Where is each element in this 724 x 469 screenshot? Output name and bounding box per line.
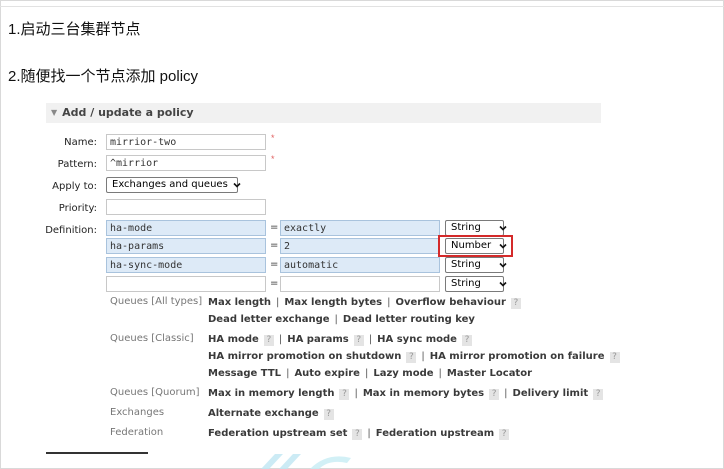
help-link[interactable]: Federation upstream <box>376 428 494 439</box>
help-question-icon[interactable]: ? <box>593 389 604 400</box>
step-1-text: 1.启动三台集群节点 <box>8 21 141 38</box>
help-group-label: Queues [All types] <box>110 296 203 307</box>
help-link[interactable]: Overflow behaviour <box>395 297 505 308</box>
definition-type-select[interactable]: String <box>445 220 507 236</box>
help-group-label: Queues [Quorum] <box>110 387 200 398</box>
help-line-exchanges: Alternate exchange? <box>208 408 334 420</box>
help-group-label: Queues [Classic] <box>110 333 194 344</box>
help-question-icon[interactable]: ? <box>510 298 521 309</box>
name-label: Name: <box>64 137 97 148</box>
help-line-federation: Federation upstream set? | Federation upst… <box>208 428 510 440</box>
help-line-all-types-2: Dead letter exchange | Dead letter routing… <box>208 314 475 325</box>
help-question-icon[interactable]: ? <box>406 352 417 363</box>
help-link[interactable]: Auto expire <box>294 368 360 379</box>
definition-value-input[interactable] <box>280 238 440 254</box>
equals-sign: = <box>270 278 279 289</box>
help-question-icon[interactable]: ? <box>609 352 620 363</box>
help-link[interactable]: Max length bytes <box>284 297 382 308</box>
name-required-mark: * <box>271 133 275 143</box>
definition-key-input[interactable] <box>106 238 266 254</box>
help-line-quorum: Max in memory length? | Max in memory byte… <box>208 388 604 400</box>
equals-sign: = <box>270 222 279 233</box>
help-link[interactable]: Federation upstream set <box>208 428 347 439</box>
apply-to-select[interactable]: Exchanges and queues <box>106 177 241 193</box>
help-link[interactable]: Delivery limit <box>513 388 589 399</box>
top-divider <box>0 6 724 7</box>
help-line-classic-2: HA mirror promotion on shutdown? | HA mirr… <box>208 351 620 363</box>
pattern-label: Pattern: <box>57 159 97 170</box>
definition-type-value: String <box>451 278 481 289</box>
help-link[interactable]: Message TTL <box>208 368 281 379</box>
collapse-triangle-icon: ▼ <box>51 108 58 117</box>
definition-value-input[interactable] <box>280 276 440 292</box>
help-line-classic-3: Message TTL | Auto expire | Lazy mode | Master… <box>208 368 533 379</box>
help-question-icon[interactable]: ? <box>263 335 274 346</box>
help-group-label: Exchanges <box>110 407 165 418</box>
definition-key-input[interactable] <box>106 257 266 273</box>
highlight-box <box>438 235 513 257</box>
step-2-text: 2.随便找一个节点添加 policy <box>8 68 199 85</box>
help-question-icon[interactable]: ? <box>489 389 500 400</box>
help-link[interactable]: Dead letter routing key <box>343 314 475 325</box>
priority-input[interactable] <box>106 199 266 215</box>
definition-label: Definition: <box>45 225 97 236</box>
definition-key-input[interactable] <box>106 220 266 236</box>
help-link[interactable]: Alternate exchange <box>208 408 319 419</box>
help-link[interactable]: Master Locator <box>447 368 532 379</box>
help-question-icon[interactable]: ? <box>353 335 364 346</box>
help-line-classic-1: HA mode? | HA params? | HA sync mode? <box>208 334 472 346</box>
apply-to-label: Apply to: <box>52 181 97 192</box>
help-link[interactable]: Dead letter exchange <box>208 314 330 325</box>
priority-label: Priority: <box>58 203 97 214</box>
help-link[interactable]: Max length <box>208 297 271 308</box>
add-policy-panel-header[interactable]: ▼ Add / update a policy <box>46 103 601 123</box>
definition-type-value: String <box>451 259 481 270</box>
help-question-icon[interactable]: ? <box>499 429 510 440</box>
help-question-icon[interactable]: ? <box>461 335 472 346</box>
pattern-required-mark: * <box>271 154 275 164</box>
apply-to-selected-value: Exchanges and queues <box>112 179 228 190</box>
help-link[interactable]: Max in memory bytes <box>363 388 484 399</box>
help-link[interactable]: HA sync mode <box>377 334 457 345</box>
help-link[interactable]: HA params <box>287 334 349 345</box>
help-question-icon[interactable]: ? <box>339 389 350 400</box>
help-link[interactable]: Max in memory length <box>208 388 334 399</box>
definition-key-input[interactable] <box>106 276 266 292</box>
definition-value-input[interactable] <box>280 220 440 236</box>
help-link[interactable]: HA mirror promotion on failure <box>430 351 605 362</box>
definition-type-select[interactable]: String <box>445 276 507 292</box>
panel-title: Add / update a policy <box>62 106 194 119</box>
pattern-input[interactable] <box>106 155 266 171</box>
help-line-all-types-1: Max length | Max length bytes | Overflow beh… <box>208 297 521 309</box>
equals-sign: = <box>270 240 279 251</box>
help-question-icon[interactable]: ? <box>352 429 363 440</box>
definition-type-select[interactable]: String <box>445 257 507 273</box>
definition-value-input[interactable] <box>280 257 440 273</box>
help-question-icon[interactable]: ? <box>323 409 334 420</box>
add-policy-button-edge[interactable] <box>46 452 148 464</box>
help-link[interactable]: HA mirror promotion on shutdown <box>208 351 401 362</box>
equals-sign: = <box>270 259 279 270</box>
definition-type-value: String <box>451 222 481 233</box>
help-group-label: Federation <box>110 427 164 438</box>
help-link[interactable]: HA mode <box>208 334 259 345</box>
name-input[interactable] <box>106 134 266 150</box>
watermark-logo <box>261 454 351 469</box>
help-link[interactable]: Lazy mode <box>373 368 433 379</box>
